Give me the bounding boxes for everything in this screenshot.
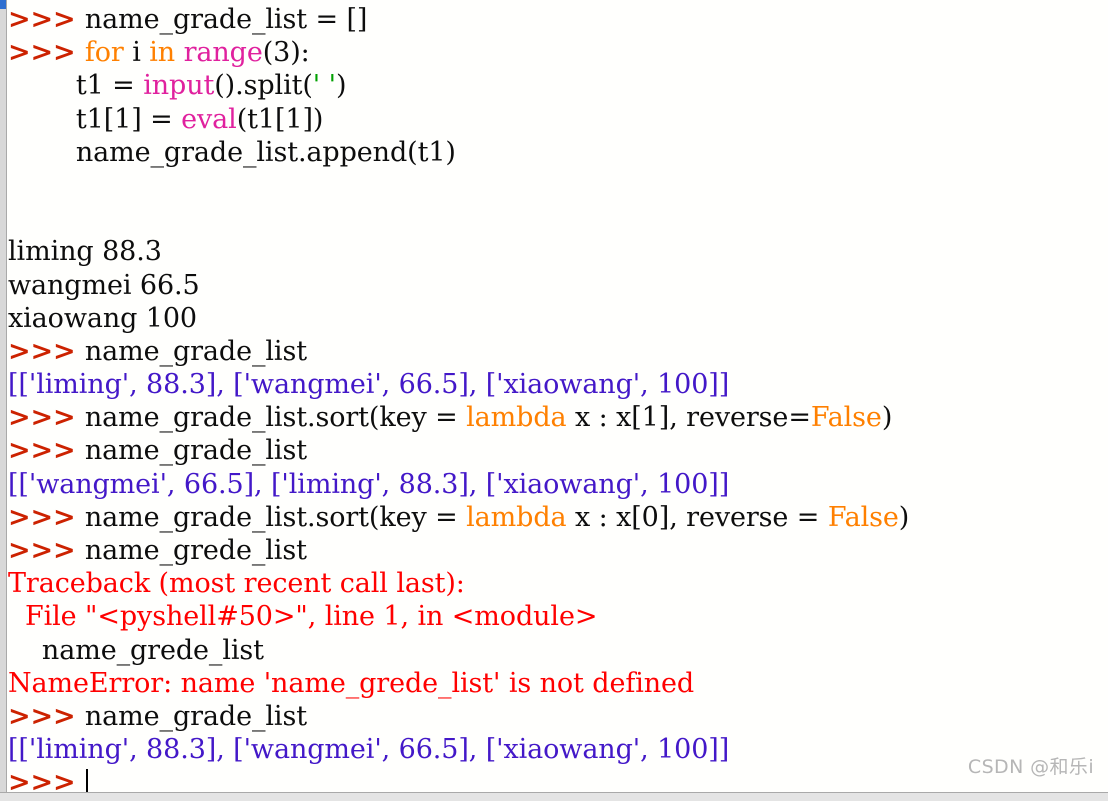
token-prompt: >>> bbox=[8, 435, 85, 467]
shell-line-input: >>> name_grade_list bbox=[8, 700, 1108, 733]
token-plain: name_grede_list bbox=[84, 535, 307, 566]
shell-line-input: >>> name_grade_list.sort(key = lambda x … bbox=[8, 501, 1108, 534]
shell-line-output: [['liming', 88.3], ['wangmei', 66.5], ['… bbox=[8, 733, 1108, 766]
shell-line-user-typed: liming 88.3 bbox=[8, 235, 1108, 268]
token-plain: t1[1] = bbox=[8, 103, 182, 135]
token-prompt: >>> bbox=[8, 37, 85, 69]
shell-line-input: >>> name_grade_list bbox=[8, 335, 1108, 368]
shell-line-output: [['liming', 88.3], ['wangmei', 66.5], ['… bbox=[8, 368, 1108, 401]
token-prompt: >>> bbox=[8, 700, 85, 732]
token-plain: (t1[1]) bbox=[236, 103, 324, 135]
shell-line-blank bbox=[8, 169, 1108, 202]
shell-line-input: t1 = input().split(' ') bbox=[8, 69, 1108, 102]
token-plain: ) bbox=[881, 402, 893, 434]
shell-text-area[interactable]: >>> name_grade_list = [] >>> for i in ran… bbox=[8, 0, 1108, 798]
token-error: NameError: name 'name_grede_list' is not… bbox=[8, 667, 695, 699]
token-plain: xiaowang 100 bbox=[8, 302, 198, 334]
shell-line-input: >>> for i in range(3): bbox=[8, 36, 1108, 69]
token-keyword: for bbox=[84, 37, 124, 69]
token-plain: x : x[1], reverse= bbox=[566, 402, 811, 434]
token-plain: name_grade_list bbox=[84, 435, 307, 467]
token-plain: (3): bbox=[262, 37, 310, 69]
token-prompt: >>> bbox=[8, 501, 85, 533]
shell-line-input: >>> name_grede_list bbox=[8, 534, 1108, 567]
shell-line-error-source: name_grede_list bbox=[8, 634, 1108, 667]
token-error: Traceback (most recent call last): bbox=[8, 568, 465, 600]
token-keyword: lambda bbox=[466, 402, 567, 434]
token-plain: name_grade_list = [] bbox=[84, 4, 368, 35]
token-plain: ) bbox=[335, 70, 347, 102]
token-stdout: [['liming', 88.3], ['wangmei', 66.5], ['… bbox=[8, 369, 730, 401]
csdn-watermark: CSDN @和乐i bbox=[967, 756, 1094, 778]
shell-line-input: name_grade_list.append(t1) bbox=[8, 136, 1108, 169]
token-plain: name_grade_list bbox=[84, 700, 307, 732]
token-string: ' ' bbox=[312, 70, 336, 102]
shell-line-error: NameError: name 'name_grede_list' is not… bbox=[8, 667, 1108, 700]
shell-line-user-typed: xiaowang 100 bbox=[8, 302, 1108, 335]
shell-line-error: Traceback (most recent call last): bbox=[8, 567, 1108, 600]
shell-line-user-typed: wangmei 66.5 bbox=[8, 269, 1108, 302]
token-keyword: in bbox=[149, 37, 176, 69]
token-literal: False bbox=[827, 501, 899, 533]
shell-line-error: File "<pyshell#50>", line 1, in <module> bbox=[8, 600, 1108, 633]
token-prompt: >>> bbox=[8, 535, 85, 566]
horizontal-scrollbar[interactable] bbox=[0, 792, 1108, 801]
shell-line-input: t1[1] = eval(t1[1]) bbox=[8, 103, 1108, 136]
token-plain: liming 88.3 bbox=[8, 236, 162, 268]
token-plain: name_grade_list bbox=[84, 335, 307, 367]
token-builtin: input bbox=[143, 70, 215, 102]
token-keyword: lambda bbox=[466, 501, 567, 533]
token-literal: False bbox=[810, 402, 882, 434]
token-plain: x : x[0], reverse = bbox=[566, 501, 828, 533]
token-stdout: [['liming', 88.3], ['wangmei', 66.5], ['… bbox=[8, 734, 730, 766]
token-stdout: [['wangmei', 66.5], ['liming', 88.3], ['… bbox=[8, 468, 730, 500]
token-prompt: >>> bbox=[8, 335, 85, 367]
token-plain: name_grade_list.append(t1) bbox=[8, 136, 456, 168]
idle-shell-window: >>> name_grade_list = [] >>> for i in ran… bbox=[0, 0, 1108, 801]
shell-line-input: >>> name_grade_list.sort(key = lambda x … bbox=[8, 401, 1108, 434]
vertical-scrollbar-thumb[interactable] bbox=[0, 0, 6, 9]
token-error: File "<pyshell#50>", line 1, in <module> bbox=[8, 601, 598, 633]
token-prompt: >>> bbox=[8, 402, 85, 434]
shell-line-input: >>> name_grade_list bbox=[8, 434, 1108, 467]
token-plain: t1 = bbox=[8, 70, 144, 102]
token-plain: ) bbox=[898, 501, 910, 533]
token-plain: name_grade_list.sort(key = bbox=[84, 402, 467, 434]
vertical-scrollbar[interactable] bbox=[0, 0, 7, 793]
shell-line-input: >>> name_grade_list = [] bbox=[8, 3, 1108, 36]
token-builtin: eval bbox=[181, 103, 237, 135]
token-builtin: range bbox=[183, 37, 263, 69]
token-plain: name_grede_list bbox=[8, 634, 264, 666]
token-plain: i bbox=[123, 37, 150, 69]
token-plain: wangmei 66.5 bbox=[8, 269, 200, 301]
token-prompt: >>> bbox=[8, 4, 85, 35]
token-plain: ().split( bbox=[214, 70, 313, 102]
shell-line-output: [['wangmei', 66.5], ['liming', 88.3], ['… bbox=[8, 468, 1108, 501]
token-plain: name_grade_list.sort(key = bbox=[84, 501, 467, 533]
shell-line-blank bbox=[8, 202, 1108, 235]
